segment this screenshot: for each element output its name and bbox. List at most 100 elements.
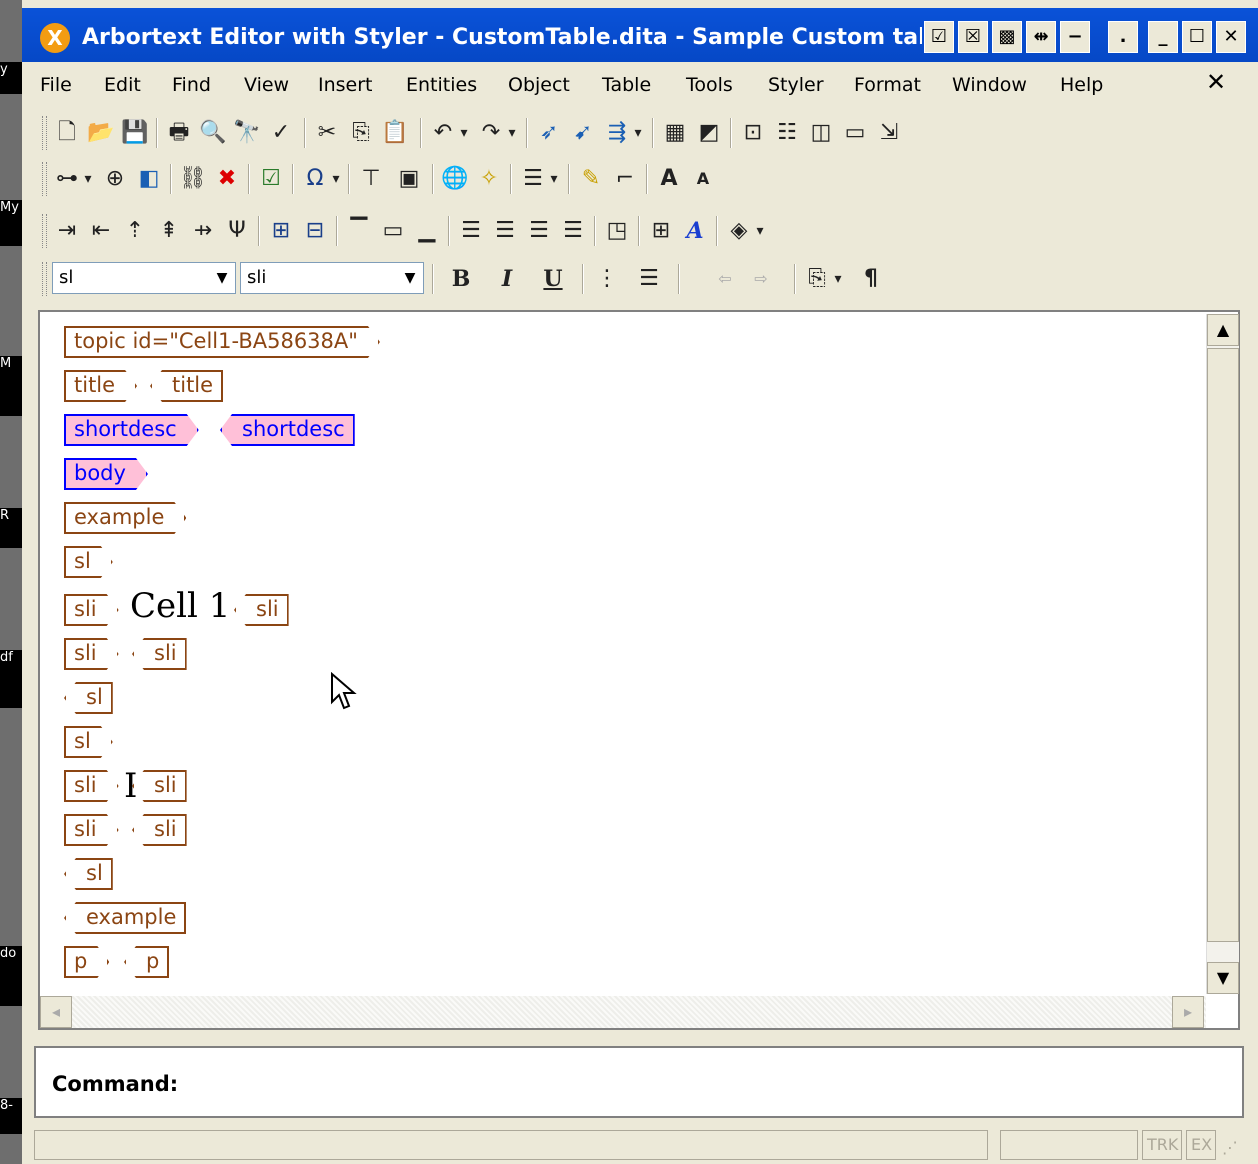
tag-title-start[interactable]: title — [64, 370, 137, 402]
restore-child-button[interactable]: . — [1108, 21, 1138, 53]
tag-sl-end[interactable]: sl — [64, 682, 113, 714]
context-combo[interactable]: sli ▼ — [240, 262, 424, 294]
cell-props-icon[interactable]: ◳ — [602, 214, 632, 248]
align-middle-icon[interactable]: ▭ — [378, 214, 408, 248]
title-bar[interactable]: X Arbortext Editor with Styler - CustomT… — [22, 8, 1258, 62]
insert-text-icon[interactable]: ⊤ — [356, 162, 386, 196]
tree-dropdown-icon[interactable]: ▾ — [80, 162, 96, 196]
pin-window-button[interactable]: ☑ — [924, 21, 954, 53]
menu-styler[interactable]: Styler — [768, 74, 824, 96]
menu-view[interactable]: View — [244, 74, 289, 96]
tag-sli-end[interactable]: sli — [132, 814, 187, 846]
outdent-icon[interactable]: ⇦ — [710, 262, 740, 296]
close-button[interactable]: ✕ — [1216, 21, 1246, 53]
col-insert-icon[interactable]: ⇡ — [120, 214, 150, 248]
find-icon[interactable]: 🔭 — [232, 116, 262, 150]
toolbar-grip[interactable] — [42, 116, 47, 150]
list-icon[interactable]: ☰ — [518, 162, 548, 196]
layout-icon[interactable]: ▭ — [840, 116, 870, 150]
tag-sli-start[interactable]: sli — [64, 814, 119, 846]
cell-join-icon[interactable]: ⇸ — [188, 214, 218, 248]
minimize-child-button[interactable]: − — [1060, 21, 1090, 53]
menu-insert[interactable]: Insert — [318, 74, 373, 96]
tag-sl-start[interactable]: sl — [64, 546, 113, 578]
tag-title-end[interactable]: title — [150, 370, 224, 402]
menu-help[interactable]: Help — [1060, 74, 1103, 96]
delete-markup-icon[interactable]: ✖ — [212, 162, 242, 196]
tag-sli-start[interactable]: sli — [64, 594, 119, 626]
document-editor[interactable]: topic id="Cell1-BA58638A" title title sh… — [38, 310, 1240, 1030]
tag-sli-start[interactable]: sli — [64, 770, 119, 802]
justify-icon[interactable]: ☰ — [558, 214, 588, 248]
chevron-down-icon[interactable]: ▼ — [211, 265, 233, 291]
cell-text[interactable]: Cell 1 — [130, 586, 230, 626]
align-bottom-icon[interactable]: ▁ — [412, 214, 442, 248]
tag-sl-start[interactable]: sl — [64, 726, 113, 758]
menu-window[interactable]: Window — [952, 74, 1027, 96]
status-ext[interactable]: EX — [1186, 1130, 1216, 1160]
toolbar-grip[interactable] — [42, 214, 47, 248]
tag-p-end[interactable]: p — [124, 946, 170, 978]
redo-icon[interactable]: ↷ — [476, 116, 506, 150]
abc-icon[interactable]: ▣ — [394, 162, 424, 196]
tag-sli-end[interactable]: sli — [132, 638, 187, 670]
bold-button[interactable]: B — [446, 262, 476, 296]
horizontal-scrollbar[interactable]: ◂ ▸ — [40, 996, 1206, 1028]
menu-format[interactable]: Format — [854, 74, 921, 96]
grid-icon[interactable]: ⊞ — [646, 214, 676, 248]
globe-icon[interactable]: 🌐 — [440, 162, 470, 196]
validate-icon[interactable]: ☑ — [256, 162, 286, 196]
change-markup-icon[interactable]: ➹ — [568, 116, 598, 150]
highlight-icon[interactable]: ✎ — [576, 162, 606, 196]
tile-window-button[interactable]: ▩ — [992, 21, 1022, 53]
scroll-left-icon[interactable]: ◂ — [40, 996, 72, 1028]
chevron-down-icon[interactable]: ▼ — [399, 265, 421, 291]
tag-topic-start[interactable]: topic id="Cell1-BA58638A" — [64, 326, 380, 358]
tag-example-end[interactable]: example — [64, 902, 187, 934]
row-move-icon[interactable]: ⇤ — [86, 214, 116, 248]
tag-p-start[interactable]: p — [64, 946, 109, 978]
open-icon[interactable]: 📂 — [86, 116, 116, 150]
zoom-icon[interactable]: ⊡ — [738, 116, 768, 150]
save-icon[interactable]: 💾 — [120, 116, 150, 150]
element-combo[interactable]: sl ▼ — [52, 262, 236, 294]
scroll-down-icon[interactable]: ▼ — [1207, 962, 1239, 994]
font-bigger-icon[interactable]: A — [654, 162, 684, 196]
underline-button[interactable]: U — [538, 262, 568, 296]
new-file-icon[interactable]: 🗋 — [52, 116, 82, 150]
print-icon[interactable]: 🖶 — [164, 116, 194, 150]
status-trk[interactable]: TRK — [1142, 1130, 1182, 1160]
rollup-window-button[interactable]: ⇹ — [1026, 21, 1056, 53]
vertical-scrollbar[interactable]: ▲ ▼ — [1206, 314, 1239, 994]
menu-file[interactable]: File — [40, 74, 72, 96]
menu-tools[interactable]: Tools — [686, 74, 733, 96]
list-dropdown-icon[interactable]: ▾ — [546, 162, 562, 196]
insert-element-icon[interactable]: ⎘ — [802, 262, 832, 296]
pilcrow-button[interactable]: ¶ — [856, 262, 886, 296]
bulleted-list-icon[interactable]: ☰ — [634, 262, 664, 296]
command-area[interactable]: Command: — [34, 1046, 1244, 1118]
maximize-button[interactable]: ☐ — [1182, 21, 1212, 53]
app-logo-icon[interactable]: X — [40, 23, 70, 53]
cut-icon[interactable]: ✂ — [312, 116, 342, 150]
resize-window-button[interactable]: ☒ — [958, 21, 988, 53]
frame-icon[interactable]: ◫ — [806, 116, 836, 150]
close-document-icon[interactable]: ✕ — [1206, 68, 1226, 96]
row-insert-icon[interactable]: ⇥ — [52, 214, 82, 248]
fill-color-icon[interactable]: ◈ — [724, 214, 754, 248]
minimize-button[interactable]: _ — [1148, 21, 1178, 53]
tag-sl-end[interactable]: sl — [64, 858, 113, 890]
tag-sli-end[interactable]: sli — [234, 594, 289, 626]
print-preview-icon[interactable]: 🔍 — [198, 116, 228, 150]
numbered-list-icon[interactable]: ⋮ — [592, 262, 622, 296]
scrollbar-thumb[interactable] — [1207, 348, 1239, 942]
align-right-icon[interactable]: ☰ — [524, 214, 554, 248]
paste-icon[interactable]: 📋 — [380, 116, 410, 150]
special-char-dropdown-icon[interactable]: ▾ — [328, 162, 344, 196]
split-dropdown-icon[interactable]: ▾ — [630, 116, 646, 150]
scroll-right-icon[interactable]: ▸ — [1172, 996, 1204, 1028]
undo-icon[interactable]: ↶ — [428, 116, 458, 150]
redo-dropdown-icon[interactable]: ▾ — [504, 116, 520, 150]
menu-find[interactable]: Find — [172, 74, 211, 96]
table-icon[interactable]: ▦ — [660, 116, 690, 150]
